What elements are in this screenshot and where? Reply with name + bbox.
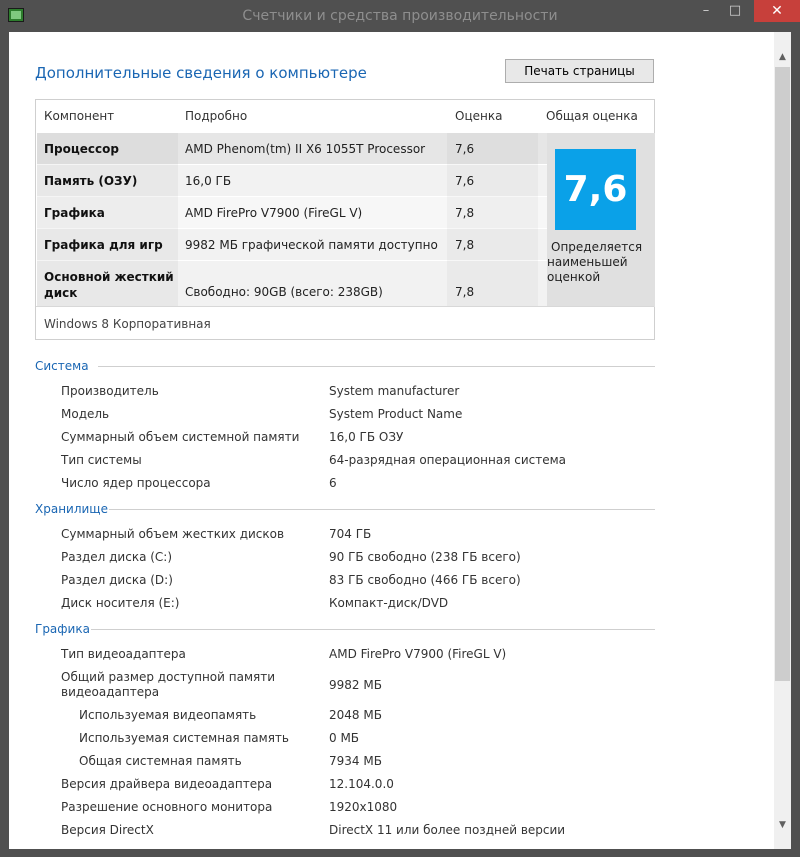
graphics-value: 7934 МБ (329, 754, 382, 768)
note-line: оценкой (547, 270, 601, 284)
row-name-gaming-graphics: Графика для игр (44, 238, 163, 252)
section-title-graphics: Графика (35, 622, 90, 636)
maximize-button[interactable]: □ (722, 0, 748, 22)
divider (109, 509, 655, 510)
col-header-detail: Подробно (185, 109, 248, 123)
overall-score-note: Определяется наименьшей оценкой (547, 240, 655, 285)
note-line: Определяется (551, 240, 643, 254)
graphics-value: 1920x1080 (329, 800, 398, 814)
storage-value: 90 ГБ свободно (238 ГБ всего) (329, 550, 521, 564)
graphics-key: Общий размер доступной памяти (61, 670, 276, 684)
section-title-storage: Хранилище (35, 502, 108, 516)
page-title: Дополнительные сведения о компьютере (35, 64, 367, 82)
graphics-key: Тип видеоадаптера (61, 647, 186, 661)
divider (36, 306, 654, 307)
close-button[interactable]: ✕ (754, 0, 800, 22)
row-score-ram: 7,6 (455, 174, 475, 188)
section-title-system: Система (35, 359, 89, 373)
col-header-component: Компонент (44, 109, 115, 123)
graphics-value: 2048 МБ (329, 708, 382, 722)
graphics-key: Используемая видеопамять (79, 708, 257, 722)
graphics-key: Версия драйвера видеоадаптера (61, 777, 273, 791)
graphics-key: Используемая системная память (79, 731, 289, 745)
row-score-cpu: 7,6 (455, 142, 475, 156)
print-page-button[interactable]: Печать страницы (505, 59, 654, 83)
system-key: Производитель (61, 384, 159, 398)
score-column-shade (447, 133, 538, 307)
col-header-overall: Общая оценка (546, 109, 638, 123)
window-title: Счетчики и средства производительности (242, 8, 558, 24)
storage-value: 83 ГБ свободно (466 ГБ всего) (329, 573, 521, 587)
row-name-cpu: Процессор (44, 142, 119, 156)
graphics-value: 9982 МБ (329, 678, 382, 692)
title-bar[interactable]: Счетчики и средства производительности –… (0, 0, 800, 32)
row-name-disk-line1: Основной жесткий (44, 270, 174, 284)
row-score-graphics: 7,8 (455, 206, 475, 220)
row-name-graphics: Графика (44, 206, 105, 220)
storage-value: 704 ГБ (329, 527, 372, 541)
system-value: 6 (329, 476, 337, 490)
graphics-key: Версия DirectX (61, 823, 154, 837)
row-name-disk-line2: диск (44, 286, 78, 300)
storage-key: Диск носителя (E:) (61, 596, 180, 610)
row-name-ram: Память (ОЗУ) (44, 174, 138, 188)
graphics-key: Общая системная память (79, 754, 242, 768)
col-header-score: Оценка (455, 109, 503, 123)
scrollbar-thumb[interactable] (775, 67, 790, 681)
system-value: 64-разрядная операционная система (329, 453, 567, 467)
graphics-key: видеоадаптера (61, 685, 160, 699)
row-detail-ram: 16,0 ГБ (185, 174, 232, 188)
overall-score-tile: 7,6 (555, 149, 636, 230)
row-detail-cpu: AMD Phenom(tm) II X6 1055T Processor (185, 142, 426, 156)
system-value: 16,0 ГБ ОЗУ (329, 430, 404, 444)
window: Счетчики и средства производительности –… (0, 0, 800, 857)
row-detail-graphics: AMD FirePro V7900 (FireGL V) (185, 206, 363, 220)
divider (91, 629, 655, 630)
vertical-scrollbar[interactable]: ▲ ▼ (774, 32, 791, 849)
system-key: Суммарный объем системной памяти (61, 430, 300, 444)
minimize-button[interactable]: – (693, 0, 719, 22)
content-area: Дополнительные сведения о компьютере Печ… (9, 32, 774, 849)
os-edition: Windows 8 Корпоративная (44, 317, 211, 331)
window-frame-bottom (0, 849, 800, 857)
window-frame-right (791, 32, 800, 857)
divider (98, 366, 655, 367)
storage-key: Раздел диска (D:) (61, 573, 173, 587)
graphics-value: AMD FirePro V7900 (FireGL V) (329, 647, 507, 661)
system-value: System Product Name (329, 407, 463, 421)
system-value: System manufacturer (329, 384, 460, 398)
storage-value: Компакт-диск/DVD (329, 596, 449, 610)
graphics-value: 12.104.0.0 (329, 777, 394, 791)
storage-key: Суммарный объем жестких дисков (61, 527, 285, 541)
scroll-down-arrow-icon[interactable]: ▼ (774, 817, 791, 834)
scroll-up-arrow-icon[interactable]: ▲ (774, 49, 791, 66)
system-key: Модель (61, 407, 110, 421)
row-detail-disk: Свободно: 90GB (всего: 238GB) (185, 285, 383, 299)
system-key: Тип системы (61, 453, 142, 467)
note-line: наименьшей (547, 255, 628, 269)
system-key: Число ядер процессора (61, 476, 211, 490)
graphics-value: 0 МБ (329, 731, 360, 745)
graphics-value: DirectX 11 или более поздней версии (329, 823, 566, 837)
row-score-disk: 7,8 (455, 285, 475, 299)
row-detail-gaming-graphics: 9982 МБ графической памяти доступно (185, 238, 438, 252)
row-score-gaming-graphics: 7,8 (455, 238, 475, 252)
score-table: Компонент Подробно Оценка Общая оценка П… (35, 99, 655, 340)
storage-key: Раздел диска (C:) (61, 550, 173, 564)
graphics-key: Разрешение основного монитора (61, 800, 273, 814)
